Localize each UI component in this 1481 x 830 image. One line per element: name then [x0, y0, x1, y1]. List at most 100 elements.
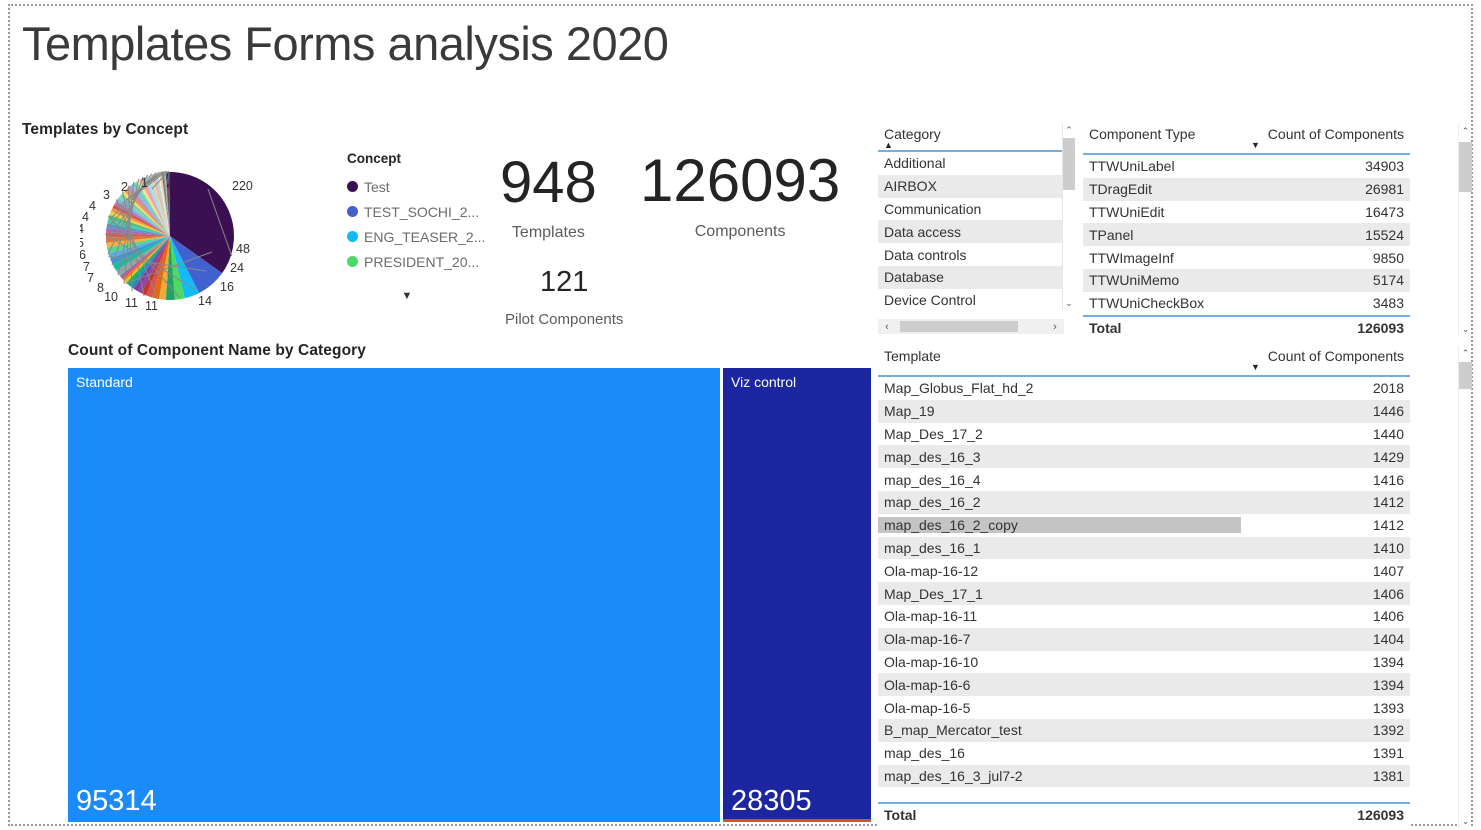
- column-header-count-of-components[interactable]: Count of Components ▼: [1241, 124, 1410, 153]
- table-row[interactable]: Ola-map-16-61394: [878, 673, 1410, 696]
- table-row[interactable]: Database: [878, 266, 1063, 289]
- template-table-header[interactable]: Template Count of Components ▼: [878, 346, 1410, 377]
- table-row[interactable]: map_des_16_41416: [878, 468, 1410, 491]
- scroll-down-icon[interactable]: ⌄: [1459, 814, 1472, 828]
- table-row[interactable]: Ola-map-16-111406: [878, 605, 1410, 628]
- category-vertical-scrollbar[interactable]: ⌃ ⌄: [1062, 124, 1074, 310]
- column-header-category[interactable]: Category ▲: [878, 124, 1063, 153]
- treemap-block-viz-control[interactable]: Viz control 28305: [723, 368, 871, 822]
- table-row[interactable]: map_des_16_2_copy1412: [878, 514, 1410, 537]
- sort-ascending-icon[interactable]: ▲: [884, 142, 1057, 149]
- scrollbar-thumb[interactable]: [1063, 138, 1075, 190]
- template-cell: map_des_16_3_jul7-2: [878, 768, 1241, 784]
- table-row[interactable]: AIRBOX: [878, 175, 1063, 198]
- count-cell: 1381: [1241, 768, 1410, 784]
- category-horizontal-scrollbar[interactable]: ‹ ›: [878, 319, 1064, 334]
- total-label: Total: [1083, 320, 1241, 336]
- count-cell: 1416: [1241, 472, 1410, 488]
- component-type-table-body[interactable]: TTWUniLabel34903TDragEdit26981TTWUniEdit…: [1083, 155, 1410, 315]
- scroll-down-icon[interactable]: ⌄: [1063, 297, 1075, 310]
- sort-descending-icon[interactable]: ▼: [1251, 142, 1404, 149]
- component-type-vertical-scrollbar[interactable]: ⌃ ⌄: [1458, 124, 1471, 336]
- component-type-cell: TPanel: [1083, 227, 1241, 243]
- scrollbar-thumb[interactable]: [900, 321, 1018, 332]
- table-row[interactable]: TTWUniEdit16473: [1083, 201, 1410, 224]
- table-row[interactable]: Ola-map-16-101394: [878, 651, 1410, 674]
- table-row[interactable]: TDragEdit26981: [1083, 178, 1410, 201]
- legend-item[interactable]: Test: [347, 174, 497, 199]
- pie-data-label: 5: [80, 236, 84, 250]
- total-value: 126093: [1241, 807, 1410, 823]
- table-row[interactable]: Data access: [878, 220, 1063, 243]
- table-row[interactable]: TTWUniLabel34903: [1083, 155, 1410, 178]
- component-type-table-header[interactable]: Component Type Count of Components ▼: [1083, 124, 1410, 155]
- table-row[interactable]: B_map_Mercator_test1392: [878, 719, 1410, 742]
- count-cell: 5174: [1241, 272, 1410, 288]
- table-row[interactable]: TPanel15524: [1083, 223, 1410, 246]
- count-cell: 1407: [1241, 563, 1410, 579]
- table-row[interactable]: map_des_16_11410: [878, 537, 1410, 560]
- category-cell: AIRBOX: [878, 178, 1063, 194]
- count-cell: 1393: [1241, 700, 1410, 716]
- pie-data-label: 7: [83, 260, 90, 274]
- component-name-by-category-treemap[interactable]: Count of Component Name by Category Stan…: [68, 342, 868, 822]
- table-row[interactable]: TTWUniCheckBox3483: [1083, 292, 1410, 315]
- scroll-left-icon[interactable]: ‹: [878, 321, 896, 333]
- scrollbar-thumb[interactable]: [1459, 362, 1472, 389]
- legend-title: Concept: [347, 151, 497, 166]
- table-row[interactable]: Device Control: [878, 289, 1063, 310]
- table-row[interactable]: Map_Des_17_11406: [878, 582, 1410, 605]
- table-row[interactable]: Data controls: [878, 243, 1063, 266]
- component-type-table[interactable]: Component Type Count of Components ▼ TTW…: [1083, 124, 1410, 339]
- table-row[interactable]: Additional: [878, 152, 1063, 175]
- table-row[interactable]: TTWUniMemo5174: [1083, 269, 1410, 292]
- legend-color-swatch: [347, 181, 358, 192]
- column-header-count-of-components[interactable]: Count of Components ▼: [1241, 346, 1410, 375]
- pie-legend[interactable]: Concept TestTEST_SOCHI_2...ENG_TEASER_2.…: [347, 151, 497, 302]
- legend-item-label: PRESIDENT_20...: [364, 254, 479, 270]
- kpi-components-label: Components: [640, 223, 840, 241]
- table-row[interactable]: map_des_16_31429: [878, 445, 1410, 468]
- treemap-block-standard[interactable]: Standard 95314: [68, 368, 720, 822]
- component-type-total-row: Total 126093: [1083, 315, 1410, 339]
- legend-item[interactable]: TEST_SOCHI_2...: [347, 199, 497, 224]
- column-header-component-type[interactable]: Component Type: [1083, 124, 1241, 146]
- scroll-up-icon[interactable]: ⌃: [1459, 124, 1472, 138]
- table-row[interactable]: Map_Des_17_21440: [878, 423, 1410, 446]
- templates-by-concept-visual[interactable]: Templates by Concept 2204824161411111087…: [22, 121, 492, 336]
- pie-data-label: 2: [121, 180, 128, 194]
- table-row[interactable]: TTWImageInf9850: [1083, 246, 1410, 269]
- category-table[interactable]: Category ▲ Additional AIRBOX Communication…: [878, 124, 1074, 334]
- chevron-down-icon[interactable]: ▼: [347, 290, 467, 302]
- pie-chart[interactable]: 2204824161411111087765444321: [80, 151, 260, 321]
- scroll-right-icon[interactable]: ›: [1046, 321, 1064, 333]
- template-table[interactable]: Template Count of Components ▼ Map_Globu…: [878, 346, 1410, 826]
- kpi-templates-label: Templates: [500, 224, 597, 242]
- legend-item[interactable]: ENG_TEASER_2...: [347, 224, 497, 249]
- kpi-card-components: 126093 Components: [640, 151, 840, 241]
- sort-descending-icon[interactable]: ▼: [1251, 364, 1404, 371]
- legend-item[interactable]: PRESIDENT_20...: [347, 249, 497, 274]
- treemap-blocks[interactable]: Standard 95314 Viz control 28305: [68, 368, 868, 822]
- scrollbar-thumb[interactable]: [1459, 142, 1472, 192]
- column-header-template[interactable]: Template: [878, 346, 1241, 368]
- template-table-body[interactable]: Map_Globus_Flat_hd_22018Map_191446Map_De…: [878, 377, 1410, 807]
- scroll-up-icon[interactable]: ⌃: [1459, 346, 1472, 360]
- table-row[interactable]: map_des_16_21412: [878, 491, 1410, 514]
- table-row[interactable]: Ola-map-16-71404: [878, 628, 1410, 651]
- category-table-body[interactable]: Additional AIRBOX CommunicationData access…: [878, 152, 1074, 310]
- scroll-down-icon[interactable]: ⌄: [1459, 322, 1472, 336]
- pie-data-label: 4: [82, 210, 89, 224]
- template-vertical-scrollbar[interactable]: ⌃ ⌄: [1458, 346, 1471, 828]
- total-value: 126093: [1241, 320, 1410, 336]
- table-row[interactable]: Ola-map-16-121407: [878, 559, 1410, 582]
- category-table-header[interactable]: Category ▲: [878, 124, 1074, 152]
- table-row[interactable]: Map_191446: [878, 400, 1410, 423]
- table-row[interactable]: map_des_161391: [878, 742, 1410, 765]
- table-row[interactable]: Map_Globus_Flat_hd_22018: [878, 377, 1410, 400]
- table-row[interactable]: map_des_16_3_jul7-21381: [878, 765, 1410, 788]
- table-row[interactable]: Ola-map-16-51393: [878, 696, 1410, 719]
- table-row[interactable]: Communication: [878, 198, 1063, 221]
- scroll-up-icon[interactable]: ⌃: [1063, 124, 1075, 137]
- template-cell: Ola-map-16-6: [878, 677, 1241, 693]
